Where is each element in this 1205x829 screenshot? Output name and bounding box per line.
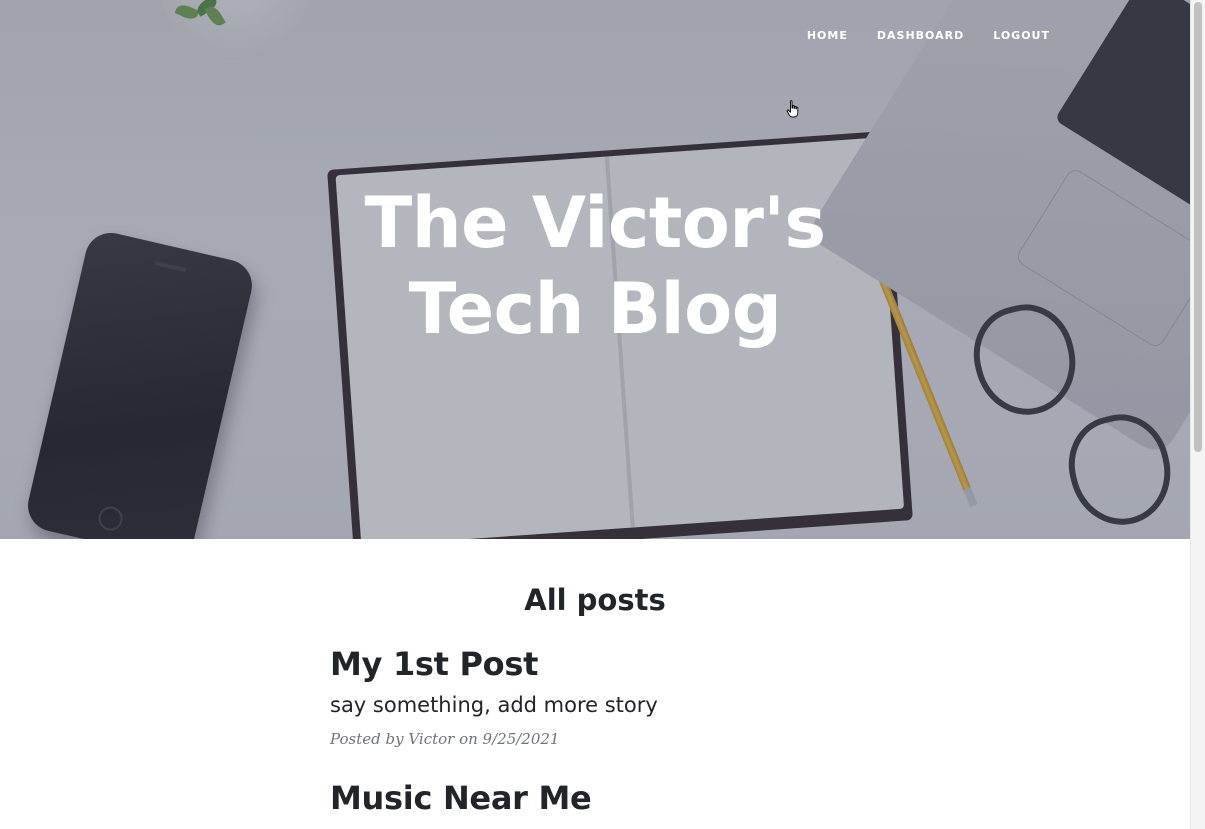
nav-home-link[interactable]: HOME (807, 26, 848, 46)
nav-dashboard-link[interactable]: DASHBOARD (877, 26, 964, 46)
site-title-line-1: The Victor's (364, 182, 826, 264)
post-meta: Posted by Victor on 9/25/2021 (330, 730, 560, 748)
post-item[interactable]: Music Near Me (330, 778, 860, 818)
posts-section: All posts My 1st Post say something, add… (330, 539, 860, 824)
nav-logout-link[interactable]: LOGOUT (993, 26, 1050, 46)
scrollbar-thumb[interactable] (1194, 2, 1202, 452)
post-subtitle: say something, add more story (330, 693, 658, 717)
post-title[interactable]: My 1st Post (330, 644, 860, 684)
post-title[interactable]: Music Near Me (330, 778, 860, 818)
hand-pointer-icon (786, 100, 799, 118)
site-title-line-2: Tech Blog (408, 268, 782, 350)
hero-header: HOME DASHBOARD LOGOUT The Victor's Tech … (0, 0, 1190, 539)
site-title: The Victor's Tech Blog (0, 180, 1190, 352)
main-navigation: HOME DASHBOARD LOGOUT (807, 26, 1050, 46)
section-title: All posts (524, 583, 666, 617)
vertical-scrollbar[interactable] (1190, 0, 1205, 829)
post-item[interactable]: My 1st Post say something, add more stor… (330, 644, 860, 750)
page-viewport: HOME DASHBOARD LOGOUT The Victor's Tech … (0, 0, 1190, 829)
